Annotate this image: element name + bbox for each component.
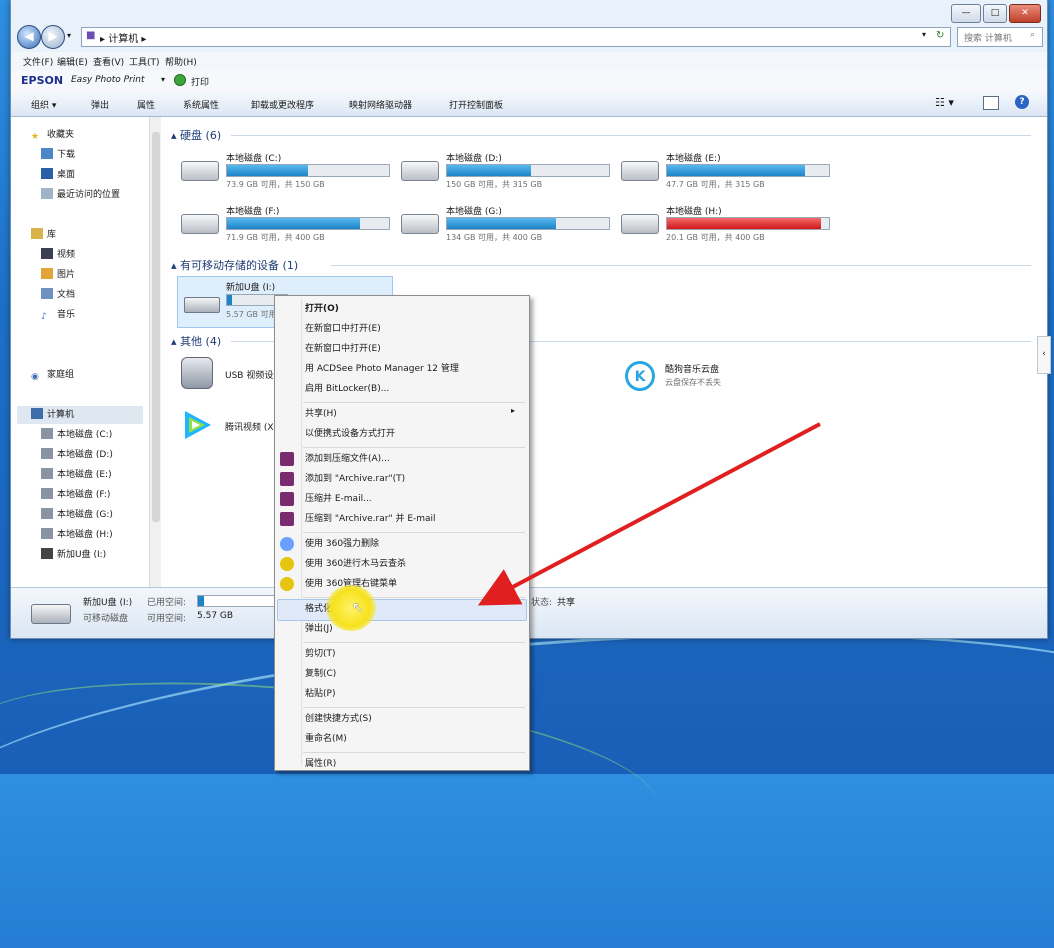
annotation-arrow xyxy=(477,422,821,606)
red-arrow-icon xyxy=(477,422,821,606)
